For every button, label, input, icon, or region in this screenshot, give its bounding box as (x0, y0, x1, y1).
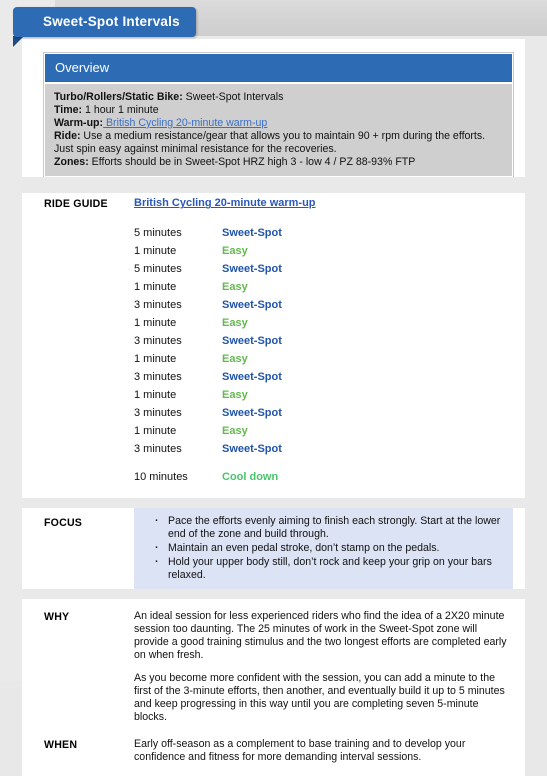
gap-after-overview (22, 177, 525, 194)
list-item: Pace the efforts evenly aiming to finish… (154, 512, 505, 541)
interval-duration: 3 minutes (134, 335, 182, 348)
interval-duration: 1 minute (134, 425, 177, 438)
interval-zone: Sweet-Spot (222, 335, 282, 348)
section-ride-guide: RIDE GUIDE British Cycling 20-minute war… (44, 193, 513, 499)
interval-duration: 1 minute (134, 281, 177, 294)
overview-row-zones: Zones: Efforts should be in Sweet-Spot H… (54, 156, 503, 169)
interval-zone: Easy (222, 317, 248, 330)
interval-duration: 5 minutes (134, 227, 182, 240)
interval-zone: Sweet-Spot (222, 443, 282, 456)
interval-duration: 1 minute (134, 353, 177, 366)
why-paragraph: As you become more confident with the se… (134, 672, 505, 724)
when-label: WHEN (44, 739, 78, 752)
overview-row-ride: Ride: Use a medium resistance/gear that … (54, 130, 503, 156)
workout-title-tab[interactable]: Sweet-Spot Intervals (13, 7, 196, 37)
interval-zone: Easy (222, 353, 248, 366)
table-row: 1 minute Easy (134, 316, 282, 334)
overview-label-ride: Ride: (54, 129, 81, 142)
cooldown-zone: Cool down (222, 471, 279, 484)
overview-heading: Overview (45, 54, 512, 82)
interval-duration: 3 minutes (134, 371, 182, 384)
table-spacer-row (134, 460, 282, 470)
interval-zone: Easy (222, 425, 248, 438)
title-tab-container: Sweet-Spot Intervals (13, 7, 196, 37)
cooldown-duration: 10 minutes (134, 471, 188, 484)
interval-table: 5 minutes Sweet-Spot 1 minute Easy 5 minut… (134, 226, 282, 488)
interval-duration: 1 minute (134, 389, 177, 402)
gap-before-focus (22, 498, 525, 509)
section-focus: FOCUS Pace the efforts evenly aiming to … (44, 508, 513, 590)
overview-value-bike: Sweet-Spot Intervals (182, 91, 284, 103)
table-row: 1 minute Easy (134, 280, 282, 298)
table-row: 1 minute Easy (134, 388, 282, 406)
table-row: 3 minutes Sweet-Spot (134, 406, 282, 424)
table-row: 5 minutes Sweet-Spot (134, 226, 282, 244)
interval-table-body: 5 minutes Sweet-Spot 1 minute Easy 5 minut… (134, 226, 282, 488)
overview-value-ride: Use a medium resistance/gear that allows… (54, 129, 486, 155)
interval-duration: 5 minutes (134, 263, 182, 276)
interval-duration: 3 minutes (134, 407, 182, 420)
overview-value-zones: Efforts should be in Sweet-Spot HRZ high… (88, 155, 416, 168)
interval-zone: Easy (222, 281, 248, 294)
why-paragraph: An ideal session for less experienced ri… (134, 610, 507, 662)
interval-duration: 1 minute (134, 245, 177, 258)
table-row: 3 minutes Sweet-Spot (134, 442, 282, 460)
interval-zone: Sweet-Spot (222, 227, 282, 240)
overview-warmup-link[interactable]: British Cycling 20-minute warm-up (103, 117, 267, 129)
when-body: Early off-season as a complement to base… (134, 738, 466, 764)
focus-bullet-list: Pace the efforts evenly aiming to finish… (138, 512, 505, 582)
table-row: 5 minutes Sweet-Spot (134, 262, 282, 280)
interval-zone: Sweet-Spot (222, 299, 282, 312)
section-why: WHY An ideal session for less experience… (44, 599, 513, 729)
overview-label-zones: Zones: (54, 155, 89, 168)
table-row: 3 minutes Sweet-Spot (134, 370, 282, 388)
interval-zone: Sweet-Spot (222, 263, 282, 276)
ride-guide-warmup-link[interactable]: British Cycling 20-minute warm-up (134, 197, 316, 209)
section-when: WHEN Early off-season as a complement to… (44, 728, 513, 776)
why-label: WHY (44, 611, 70, 624)
ride-guide-label: RIDE GUIDE (44, 198, 108, 211)
table-row-cooldown: 10 minutes Cool down (134, 470, 282, 488)
overview-label-bike: Turbo/Rollers/Static Bike: (54, 91, 183, 103)
table-row: 3 minutes Sweet-Spot (134, 298, 282, 316)
interval-zone: Easy (222, 389, 248, 402)
overview-row-time: Time: 1 hour 1 minute (54, 104, 503, 117)
table-row: 3 minutes Sweet-Spot (134, 334, 282, 352)
focus-highlight-box: Pace the efforts evenly aiming to finish… (134, 508, 513, 590)
tab-fold-corner (13, 36, 24, 47)
interval-zone: Sweet-Spot (222, 371, 282, 384)
ride-guide-body: British Cycling 20-minute warm-up 5 minu… (134, 197, 513, 488)
gap-before-why (22, 589, 525, 600)
workout-card: Overview Turbo/Rollers/Static Bike: Swee… (22, 39, 525, 776)
overview-label-time: Time: (54, 103, 83, 116)
overview-body: Turbo/Rollers/Static Bike: Sweet-Spot In… (45, 82, 512, 177)
interval-duration: 1 minute (134, 317, 177, 330)
table-row: 1 minute Easy (134, 424, 282, 442)
overview-row-bike: Turbo/Rollers/Static Bike: Sweet-Spot In… (54, 91, 503, 104)
overview-panel: Overview Turbo/Rollers/Static Bike: Swee… (44, 53, 513, 178)
table-row: 1 minute Easy (134, 244, 282, 262)
overview-value-time: 1 hour 1 minute (82, 103, 159, 116)
list-item: Maintain an even pedal stroke, don’t sta… (154, 539, 505, 555)
why-body: An ideal session for less experienced ri… (134, 610, 513, 724)
list-item: Hold your upper body still, don’t rock a… (154, 553, 505, 582)
focus-body: Pace the efforts evenly aiming to finish… (134, 508, 513, 590)
overview-row-warmup: Warm-up: British Cycling 20-minute warm-… (54, 117, 503, 130)
focus-label: FOCUS (44, 517, 83, 530)
overview-label-warmup: Warm-up: (54, 116, 104, 129)
table-row: 1 minute Easy (134, 352, 282, 370)
interval-zone: Easy (222, 245, 248, 258)
interval-duration: 3 minutes (134, 443, 182, 456)
interval-duration: 3 minutes (134, 299, 182, 312)
interval-zone: Sweet-Spot (222, 407, 282, 420)
